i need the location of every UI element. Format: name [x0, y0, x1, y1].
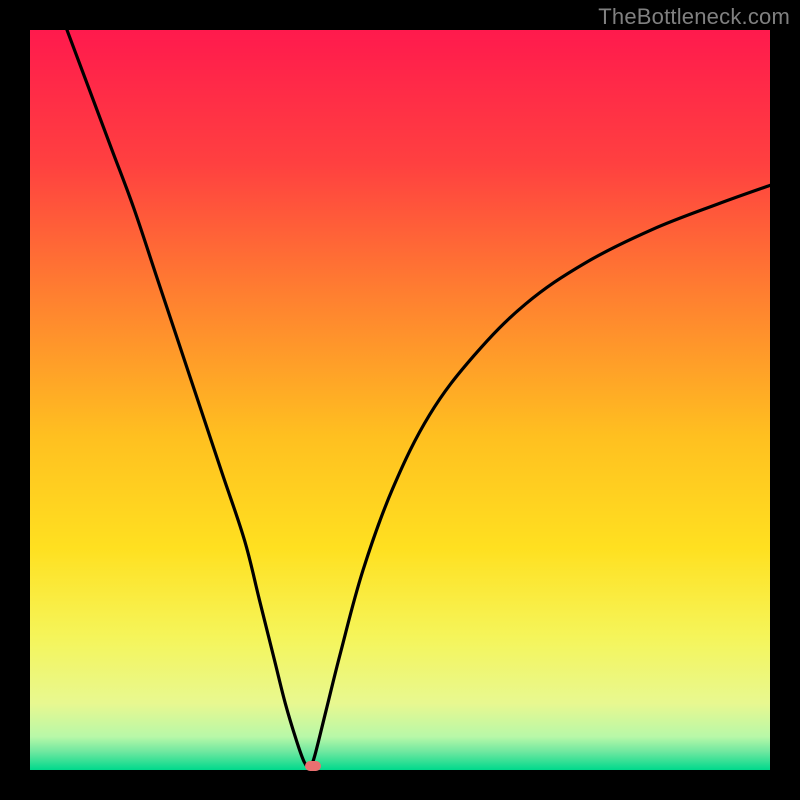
bottleneck-curve	[30, 30, 770, 770]
chart-outer-frame: TheBottleneck.com	[0, 0, 800, 800]
bottleneck-curve-left	[67, 30, 310, 770]
watermark-text: TheBottleneck.com	[598, 4, 790, 30]
bottleneck-curve-right	[310, 185, 770, 770]
optimum-marker	[305, 761, 321, 771]
